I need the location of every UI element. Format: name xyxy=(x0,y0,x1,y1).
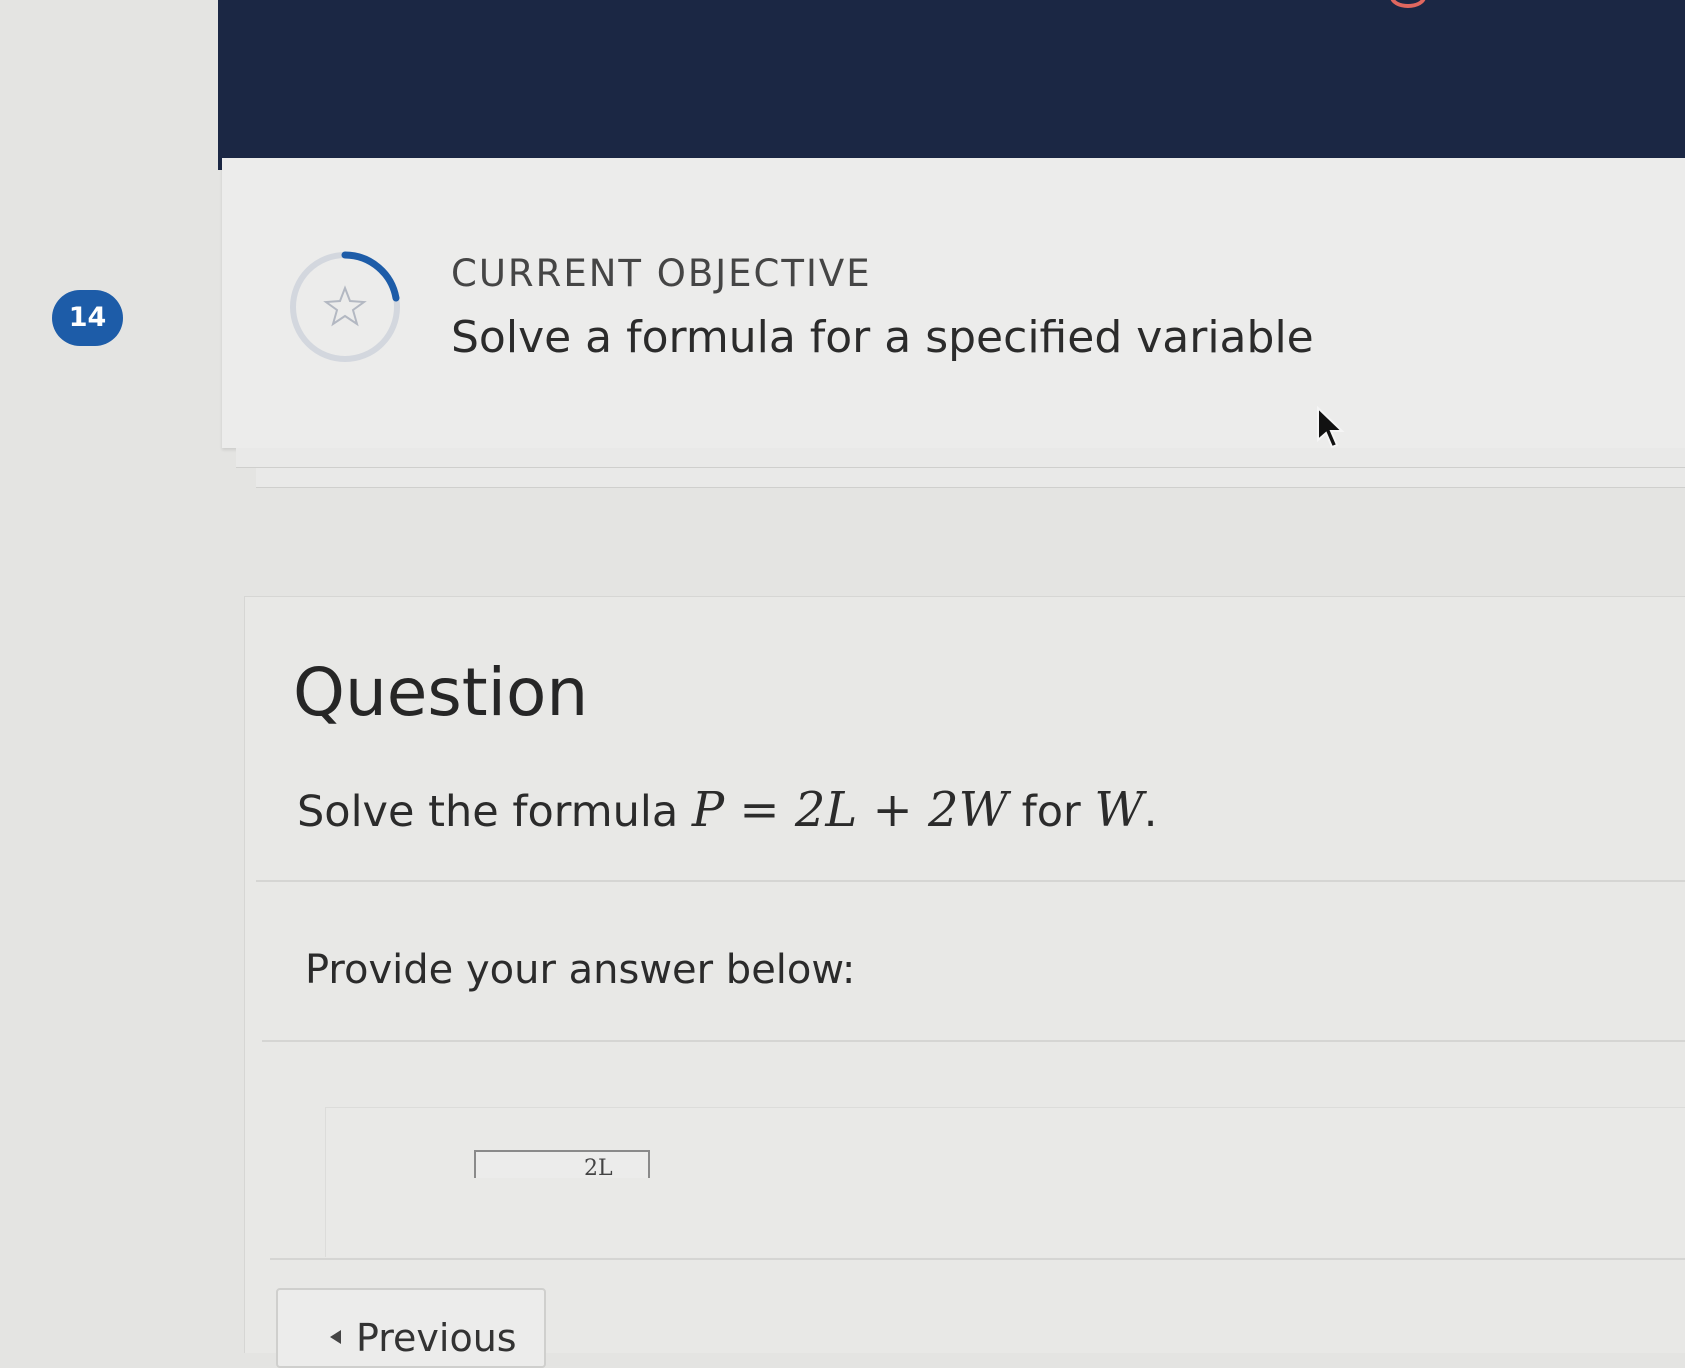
question-heading: Question xyxy=(293,654,589,731)
chevron-left-icon xyxy=(330,1330,341,1344)
mouse-cursor-icon xyxy=(1317,406,1345,449)
section-divider xyxy=(262,1040,1685,1042)
previous-button[interactable]: Previous xyxy=(276,1288,546,1368)
header-status-icon xyxy=(1390,0,1426,8)
question-variable: W xyxy=(1094,782,1144,838)
objective-card xyxy=(222,158,1685,448)
question-text: Solve the formula P = 2L + 2W for W. xyxy=(297,782,1157,838)
top-header-bar xyxy=(218,0,1685,170)
previous-button-label: Previous xyxy=(356,1316,517,1360)
answer-input-fragment: 2L xyxy=(584,1156,613,1178)
objective-title: Solve a formula for a specified variable xyxy=(451,312,1314,363)
card-stack-edge xyxy=(236,448,1685,468)
answer-prompt: Provide your answer below: xyxy=(305,947,856,993)
question-equation: P = 2L + 2W xyxy=(691,782,1008,838)
objective-progress-ring xyxy=(290,251,400,362)
question-text-suffix: . xyxy=(1143,787,1158,837)
card-stack-edge xyxy=(256,468,1685,488)
section-divider xyxy=(256,880,1685,882)
answer-area xyxy=(325,1107,1685,1257)
question-text-middle: for xyxy=(1021,787,1081,837)
question-number-badge: 14 xyxy=(52,290,123,346)
answer-math-input[interactable]: 2L xyxy=(474,1150,650,1178)
star-icon xyxy=(323,285,367,327)
question-text-prefix: Solve the formula xyxy=(297,787,679,837)
section-divider xyxy=(270,1258,1685,1260)
objective-label: CURRENT OBJECTIVE xyxy=(451,252,872,295)
